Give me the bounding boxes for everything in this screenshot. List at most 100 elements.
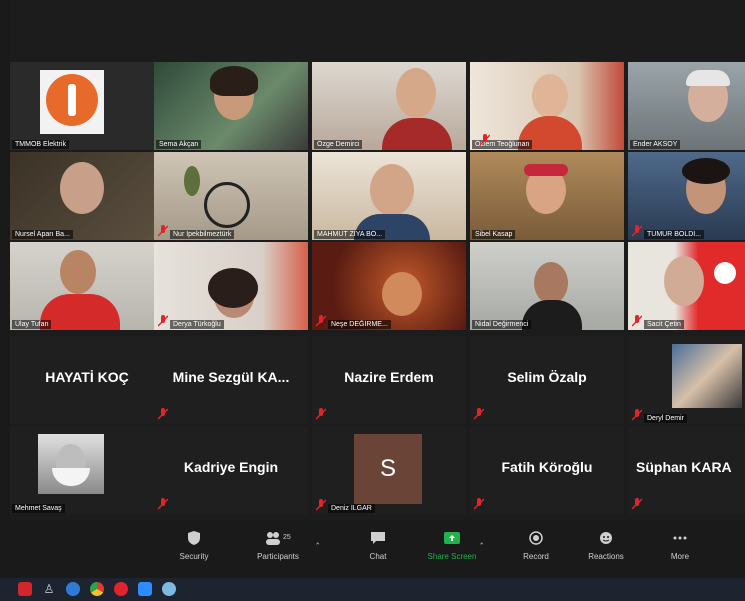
participant-name: Mehmet Savaş [12,504,65,513]
participant-tile[interactable]: Nazire Erdem [312,336,466,424]
acrobat-icon[interactable] [18,582,32,596]
participant-tile[interactable]: Ülay Tufan [10,242,164,330]
chat-label: Chat [369,552,387,561]
participant-name: Nidal Değirmenci [472,320,532,329]
participant-name: Ender AKSOY [630,140,681,149]
chat-button[interactable]: Chat [348,526,408,561]
participant-tile[interactable]: TUMUR BOLDİ... [628,152,745,240]
mic-muted-icon [632,225,642,237]
participant-tile[interactable]: Deryl Demir [628,336,745,424]
participant-tile[interactable]: Sacit Çetin [628,242,745,330]
participants-button[interactable]: 25 Participants [248,526,308,561]
participant-name: Selim Özalp [507,369,587,385]
record-button[interactable]: Record [506,526,566,561]
windows-taskbar: ♙ [0,578,745,601]
participant-tile[interactable]: Mine Sezgül KA... [154,336,308,424]
participant-name: Kadriye Engin [183,459,279,475]
participant-name: Derya Türkoğlu [170,320,224,329]
mic-muted-icon [474,408,484,420]
participant-tile[interactable]: Fatih Köroğlu [470,426,624,514]
chrome-icon[interactable] [90,582,104,596]
shield-icon [188,531,200,545]
participant-tile[interactable]: Özge Demirci [312,62,466,150]
mic-muted-icon [474,498,484,510]
record-label: Record [523,552,549,561]
share-screen-label: Share Screen [427,552,477,561]
reactions-label: Reactions [588,552,624,561]
participants-chevron-icon[interactable]: ‸ [316,534,319,545]
participant-tile[interactable]: Sema Akçan [154,62,308,150]
reactions-button[interactable]: Reactions [576,526,636,561]
video-feed [470,62,624,150]
reactions-icon [600,532,612,544]
participant-tile[interactable]: Mehmet Savaş [10,426,164,514]
participant-name: TMMOB Elektrik [12,140,69,149]
zoom-icon[interactable] [138,582,152,596]
participant-name: Sacit Çetin [644,320,684,329]
participant-name: Nursel Aparı Ba... [12,230,73,239]
participant-tile[interactable]: HAYATİ KOÇ [10,336,164,424]
participant-name: HAYATİ KOÇ [45,369,129,385]
video-feed [470,152,624,240]
participant-name: Sibel Kasap [472,230,516,239]
video-feed [154,62,308,150]
opera-icon[interactable] [114,582,128,596]
mic-muted-icon [316,315,326,327]
video-feed [10,152,164,240]
participant-tile[interactable]: Nur İpekbilmeztürk [154,152,308,240]
participant-tile[interactable]: Özlem Teoğlunan [470,62,624,150]
participant-tile[interactable]: S Deniz İLGAR [312,426,466,514]
avatar: S [354,434,422,504]
video-feed [10,242,164,330]
video-feed [628,62,745,150]
pin-icon[interactable]: ♙ [42,582,56,596]
share-chevron-icon[interactable]: ‸ [480,534,483,545]
participant-tile[interactable]: Nidal Değirmenci [470,242,624,330]
participant-name: Ülay Tufan [12,320,52,329]
video-feed [154,242,308,330]
participant-tile[interactable]: Süphan KARA [628,426,745,514]
participant-name: Deryl Demir [644,414,687,423]
more-icon [673,536,687,540]
video-feed [628,152,745,240]
participant-tile[interactable]: MAHMUT ZİYA BÖ... [312,152,466,240]
profile-photo [38,434,104,494]
participant-tile[interactable]: Nursel Aparı Ba... [10,152,164,240]
paint-icon[interactable] [162,582,176,596]
participants-icon: 25 [266,532,291,545]
participant-name: Sema Akçan [156,140,202,149]
security-label: Security [179,552,209,561]
security-button[interactable]: Security [164,526,224,561]
participant-name: Mine Sezgül KA... [172,369,290,385]
participant-tile[interactable]: Kadriye Engin [154,426,308,514]
mic-muted-icon [632,498,642,510]
share-screen-icon [444,532,460,544]
participant-tile[interactable]: Selim Özalp [470,336,624,424]
chat-icon [371,532,385,544]
video-feed [154,152,308,240]
more-button[interactable]: More [650,526,710,561]
participant-tile[interactable]: Ender AKSOY [628,62,745,150]
video-feed [312,62,466,150]
mic-muted-icon [158,408,168,420]
meeting-window: TMMOB Elektrik Sema Akçan Özge Demirci Ö… [10,0,745,601]
video-feed [470,242,624,330]
edge-icon[interactable] [66,582,80,596]
participant-name: Nur İpekbilmeztürk [170,230,235,239]
participants-count: 25 [283,534,291,541]
share-screen-button[interactable]: Share Screen [422,526,482,561]
logo-image [10,62,164,150]
record-icon [529,531,543,545]
participant-name: Özge Demirci [314,140,363,149]
mic-muted-icon [316,408,326,420]
participant-tile[interactable]: Sibel Kasap [470,152,624,240]
participant-tile[interactable]: Neşe DEĞİRME... [312,242,466,330]
participant-name: TUMUR BOLDİ... [644,230,705,239]
more-label: More [670,552,690,561]
participant-name: Deniz İLGAR [328,504,375,513]
participant-name: Neşe DEĞİRME... [328,320,391,329]
participant-tile[interactable]: Derya Türkoğlu [154,242,308,330]
participant-name: Fatih Köroğlu [501,459,593,475]
participant-tile[interactable]: TMMOB Elektrik [10,62,164,150]
mic-muted-icon [158,498,168,510]
